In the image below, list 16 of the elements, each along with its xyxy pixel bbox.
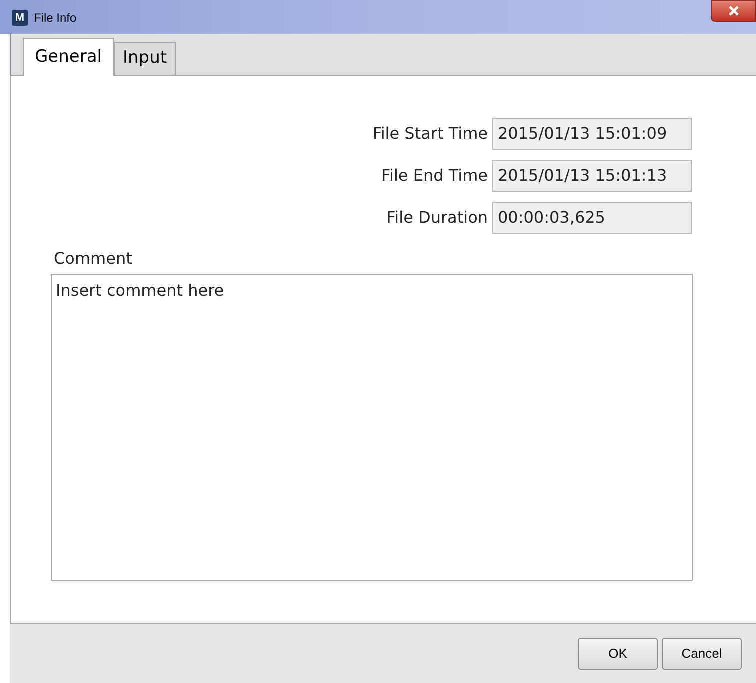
tab[interactable]: General (23, 38, 114, 76)
comment-field[interactable]: Insert comment here (51, 274, 693, 581)
readonly-field[interactable]: 00:00:03,625 (492, 202, 692, 234)
close-icon (728, 6, 740, 16)
window-title: File Info (34, 10, 77, 27)
close-button[interactable] (711, 0, 756, 22)
tab[interactable]: Input (114, 42, 176, 75)
dialog-button[interactable]: Cancel (662, 638, 742, 670)
readonly-field[interactable]: 2015/01/13 15:01:09 (492, 118, 692, 150)
dialog-button[interactable]: OK (578, 638, 658, 670)
field-label: File Start Time (372, 123, 488, 145)
field-label: File End Time (381, 165, 488, 187)
readonly-field[interactable]: 2015/01/13 15:01:13 (492, 160, 692, 192)
app-logo-icon: M (12, 10, 28, 26)
comment-label: Comment (54, 248, 134, 270)
field-label: File Duration (386, 207, 488, 229)
